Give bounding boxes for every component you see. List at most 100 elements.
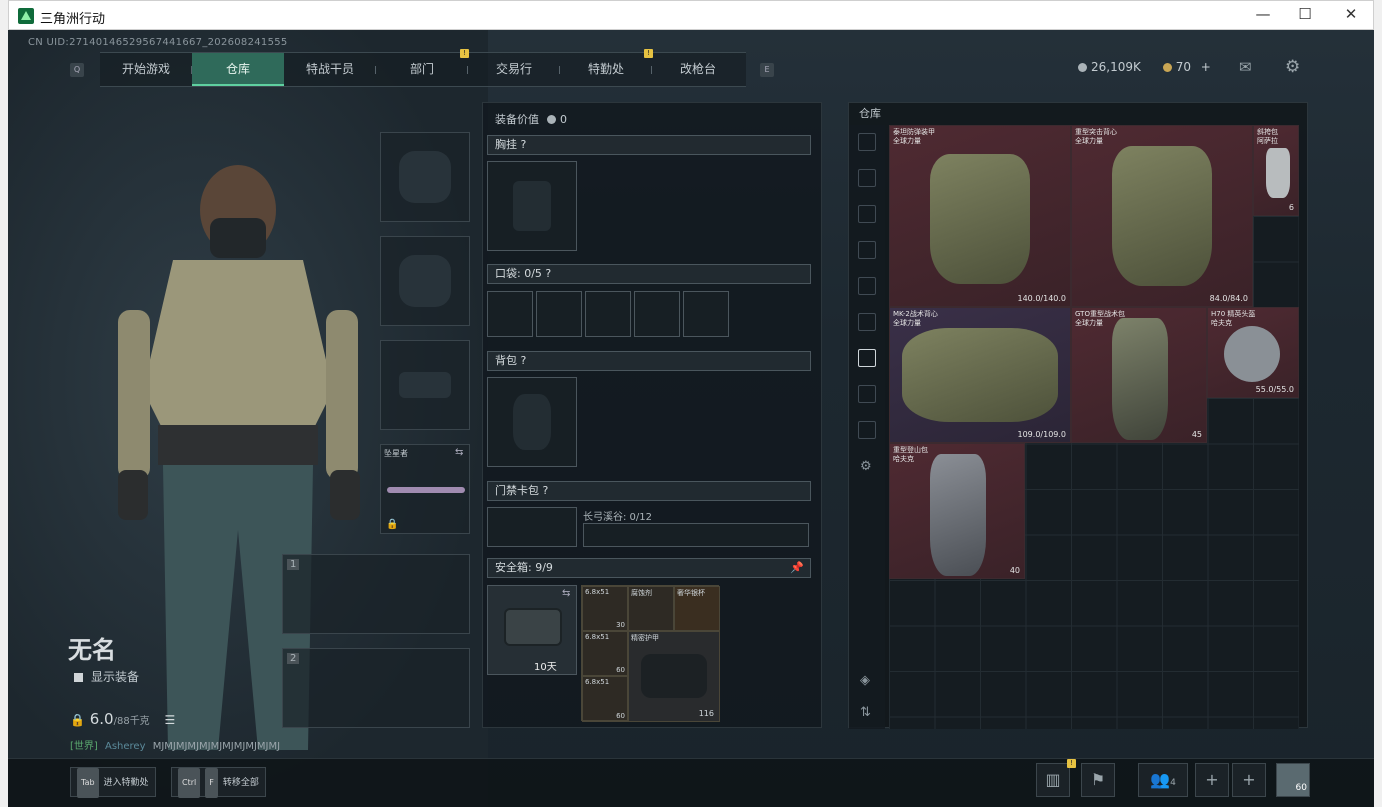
safebox-item-ammo[interactable]: 6.8x51 60 xyxy=(582,631,628,676)
squad-button[interactable]: 👥4 xyxy=(1138,763,1188,797)
warehouse-sidebar: ⚙ ◈ ⇅ xyxy=(849,125,885,729)
equipment-panel: 装备价值 0 胸挂 ? 口袋: 0/5 ? 背包 ? 门禁卡包 ? 长弓溪谷: 0… xyxy=(482,102,822,728)
active-filter-icon[interactable] xyxy=(858,349,876,367)
stats-icon[interactable]: ▥ xyxy=(1036,763,1070,797)
minimize-button[interactable]: — xyxy=(1252,5,1274,25)
swap-icon[interactable]: ⇆ xyxy=(562,588,570,599)
tab-warehouse[interactable]: 仓库 xyxy=(192,53,284,86)
pocket-slot[interactable] xyxy=(487,291,533,337)
flag-icon[interactable]: ⚑ xyxy=(1081,763,1115,797)
warehouse-item[interactable]: 重型登山包 哈夫克 40 xyxy=(889,443,1025,579)
keycard-slot[interactable] xyxy=(487,507,577,547)
transfer-all-button[interactable]: Ctrl F 转移全部 xyxy=(171,767,266,798)
chat-line[interactable]: [世界] Asherey MJMJMJMJMJMJMJMJMJMJMJ xyxy=(70,737,280,752)
pocket-slot[interactable] xyxy=(683,291,729,337)
tab-special-ops[interactable]: 特勤处! xyxy=(560,49,653,86)
tab-department[interactable]: 部门! xyxy=(376,49,469,86)
stats-alert-badge: ! xyxy=(1067,759,1076,768)
safebox-duration: 10天 xyxy=(534,662,557,673)
nav-right-key[interactable]: E xyxy=(760,63,774,77)
enter-special-ops-button[interactable]: Tab 进入特勤处 xyxy=(70,767,156,798)
helmet-slot[interactable] xyxy=(380,132,470,222)
keycard-grid[interactable] xyxy=(583,523,809,547)
swap-icon[interactable]: ⇆ xyxy=(455,447,463,458)
filter-icon[interactable] xyxy=(858,313,876,331)
pistol-slot[interactable] xyxy=(380,340,470,430)
tab-start-game[interactable]: 开始游戏 xyxy=(100,53,192,86)
settings-gear-icon[interactable]: ⚙ xyxy=(1285,57,1300,77)
warehouse-item[interactable]: MK-2战术背心 全球力量 109.0/109.0 xyxy=(889,307,1071,443)
game-viewport: CN UID:27140146529567441667_202608241555… xyxy=(8,30,1374,807)
safebox-item-corrosive[interactable]: 腐蚀剂 xyxy=(628,586,674,631)
filter-icon[interactable] xyxy=(858,277,876,295)
app-logo-icon xyxy=(18,8,34,24)
warehouse-item[interactable]: 斜挎包 阿萨拉 6 xyxy=(1253,125,1299,216)
player-avatar[interactable]: 60 xyxy=(1276,763,1310,797)
slot-2-label: 2 xyxy=(287,653,300,664)
melee-slot[interactable]: 坠星者 ⇆ 🔒 xyxy=(380,444,470,534)
currency-bar: 26,109K 70 + xyxy=(1078,60,1211,74)
show-equipment-toggle[interactable]: 显示装备 xyxy=(74,668,139,685)
add-squad-member-button[interactable]: + xyxy=(1232,763,1266,797)
window-titlebar: 三角洲行动 — ☐ ✕ xyxy=(8,0,1374,30)
filter-icon[interactable] xyxy=(858,169,876,187)
keycard-header: 门禁卡包 ? xyxy=(487,481,811,501)
safebox-item-ammo[interactable]: 6.8x51 30 xyxy=(582,586,628,631)
warehouse-item[interactable]: 泰坦防弹装甲 全球力量 140.0/140.0 xyxy=(889,125,1071,307)
armor-slot[interactable] xyxy=(380,236,470,326)
filter-icon[interactable] xyxy=(858,421,876,439)
melee-weapon-image xyxy=(387,487,465,493)
tab-gunsmith[interactable]: 改枪台 xyxy=(652,53,744,86)
warehouse-item[interactable]: H70 精英头盔 哈夫克 55.0/55.0 xyxy=(1207,307,1299,398)
bottom-bar: Tab 进入特勤处 Ctrl F 转移全部 ▥ ! ⚑ 👥4 + + 60 xyxy=(8,758,1374,807)
primary-weapon-slot-2[interactable]: 2 xyxy=(282,648,470,728)
safebox-image xyxy=(504,608,562,646)
primary-weapon-slot-1[interactable]: 1 xyxy=(282,554,470,634)
helmet-filter-icon[interactable] xyxy=(858,133,876,151)
backpack-slot[interactable] xyxy=(487,377,577,467)
warehouse-item[interactable]: GTO重型战术包 全球力量 45 xyxy=(1071,307,1207,443)
tab-trade[interactable]: 交易行 xyxy=(468,53,560,86)
safebox-slot[interactable]: 10天 ⇆ xyxy=(487,585,577,675)
main-nav: 开始游戏 仓库 特战干员 部门! 交易行 特勤处! 改枪台 xyxy=(100,49,746,87)
filter-icon[interactable] xyxy=(858,241,876,259)
tab-operators[interactable]: 特战干员 xyxy=(284,53,376,86)
checkbox[interactable] xyxy=(74,673,83,682)
list-icon[interactable]: ☰ xyxy=(164,713,175,727)
slot-1-label: 1 xyxy=(287,559,300,570)
maximize-button[interactable]: ☐ xyxy=(1294,5,1316,25)
add-currency-button[interactable]: + xyxy=(1201,60,1211,74)
safebox-header: 安全箱: 9/9 📌 xyxy=(487,558,811,578)
filter-icon[interactable] xyxy=(858,205,876,223)
sort-icon[interactable]: ⇅ xyxy=(860,705,871,720)
settings-icon[interactable]: ⚙ xyxy=(860,459,872,474)
safebox-item-silver-cup[interactable]: 奢华银杯 xyxy=(674,586,720,631)
filter-icon[interactable] xyxy=(858,385,876,403)
nav-left-key[interactable]: Q xyxy=(70,63,84,77)
warehouse-grid: 泰坦防弹装甲 全球力量 140.0/140.0 重型突击背心 全球力量 84.0/8… xyxy=(889,125,1299,729)
pocket-slot[interactable] xyxy=(634,291,680,337)
lock-icon: 🔒 xyxy=(386,519,399,530)
safebox-contents: 6.8x51 30 腐蚀剂 奢华银杯 6.8x51 60 精密护甲 6.8x51 60… xyxy=(581,585,720,722)
safebox-item-ammo[interactable]: 6.8x51 60 xyxy=(582,676,628,722)
close-button[interactable]: ✕ xyxy=(1340,5,1362,25)
warehouse-item[interactable]: 重型突击背心 全球力量 84.0/84.0 xyxy=(1071,125,1253,307)
weight-lock-icon: 🔒 xyxy=(70,713,85,727)
layers-icon[interactable]: ◈ xyxy=(860,673,870,688)
equipment-value: 装备价值 0 xyxy=(495,113,567,126)
backpack-header: 背包 ? xyxy=(487,351,811,371)
pocket-slot[interactable] xyxy=(536,291,582,337)
keycard-room: 长弓溪谷: 0/12 xyxy=(583,512,653,523)
silver-amount: 26,109K xyxy=(1091,60,1141,74)
add-squad-member-button[interactable]: + xyxy=(1195,763,1229,797)
player-name: 无名 xyxy=(68,636,116,664)
chest-rig-slot[interactable] xyxy=(487,161,577,251)
uid-label: CN UID:27140146529567441667_202608241555 xyxy=(28,37,288,48)
pocket-slot[interactable] xyxy=(585,291,631,337)
mail-icon[interactable]: ✉ xyxy=(1239,58,1252,76)
silver-coin-icon xyxy=(1078,63,1087,72)
warehouse-panel: 仓库 ⚙ ◈ ⇅ 泰坦防弹装甲 全球力量 140.0/140.0 重型突击背心 全球… xyxy=(848,102,1308,729)
gold-amount: 70 xyxy=(1175,60,1191,74)
window-title: 三角洲行动 xyxy=(40,12,106,27)
armor-durability: 116 xyxy=(698,709,714,718)
